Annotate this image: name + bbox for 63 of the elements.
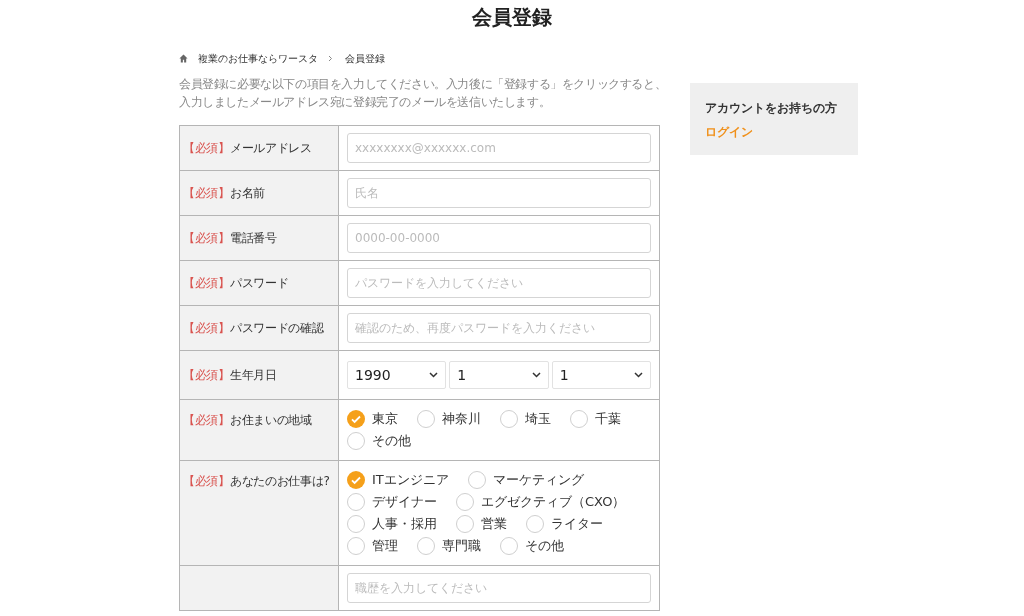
chevron-down-icon (429, 372, 439, 378)
sidebar-heading: アカウントをお持ちの方 (705, 100, 838, 117)
required-tag: 【必須】 (183, 319, 230, 337)
page-title: 会員登録 (471, 4, 553, 31)
chevron-right-icon (328, 54, 333, 62)
required-tag: 【必須】 (183, 411, 230, 429)
radio-icon (456, 493, 474, 511)
radio-icon (347, 493, 365, 511)
radio-option[interactable]: 専門職 (417, 535, 481, 557)
input-field[interactable]: xxxxxxxx@xxxxxx.com (347, 133, 651, 163)
radio-icon (417, 537, 435, 555)
radio-checked-icon (347, 471, 365, 489)
radio-checked-icon (347, 410, 365, 428)
radio-icon (500, 537, 518, 555)
radio-option[interactable]: 東京 (347, 408, 398, 430)
select-dropdown[interactable]: 1 (449, 361, 549, 389)
required-tag: 【必須】 (183, 366, 230, 384)
breadcrumb-current: 会員登録 (345, 51, 385, 66)
input-field[interactable]: 確認のため、再度パスワードを入力ください (347, 313, 651, 343)
radio-option[interactable]: デザイナー (347, 491, 437, 513)
input-field[interactable]: 氏名 (347, 178, 651, 208)
radio-icon (526, 515, 544, 533)
radio-icon (456, 515, 474, 533)
required-tag: 【必須】 (183, 184, 230, 202)
radio-option[interactable]: 管理 (347, 535, 398, 557)
radio-icon (500, 410, 518, 428)
required-tag: 【必須】 (183, 139, 230, 157)
field-label: お住まいの地域 (229, 412, 312, 429)
radio-icon (347, 537, 365, 555)
home-icon (179, 53, 188, 63)
radio-icon (417, 410, 435, 428)
field-label: 生年月日 (229, 367, 277, 384)
required-tag: 【必須】 (183, 229, 230, 247)
chevron-down-icon (634, 372, 643, 378)
radio-option[interactable]: マーケティング (467, 469, 584, 491)
select-dropdown[interactable]: 1990 (347, 361, 447, 389)
select-dropdown[interactable]: 1 (551, 361, 651, 389)
intro-text: 会員登録に必要な以下の項目を入力してください。入力後に「登録する」をクリックすると、入力しましたメールアドレス宛に登録完了のメールを送信いたします。 (179, 76, 668, 111)
field-label: メールアドレス (229, 140, 312, 157)
radio-option[interactable]: 神奈川 (417, 408, 481, 430)
required-tag: 【必須】 (183, 472, 230, 490)
field-label: パスワードの確認 (229, 320, 324, 337)
required-tag: 【必須】 (183, 274, 230, 292)
radio-option[interactable]: ITエンジニア (347, 469, 449, 491)
field-label: パスワード (229, 275, 289, 292)
breadcrumb-link[interactable]: 複業のお仕事ならワースタ (198, 50, 318, 66)
radio-icon (347, 515, 365, 533)
field-label: お名前 (229, 185, 265, 202)
field-label: あなたのお仕事は? (229, 473, 330, 490)
field-label: 電話番号 (229, 230, 277, 247)
radio-option[interactable]: 営業 (456, 513, 507, 535)
radio-option[interactable]: その他 (500, 535, 564, 557)
radio-option[interactable]: ライター (526, 513, 603, 535)
radio-icon (347, 432, 365, 450)
radio-icon (467, 471, 486, 489)
chevron-down-icon (531, 372, 541, 378)
input-field[interactable]: 0000-00-0000 (347, 223, 651, 253)
radio-option[interactable]: エグゼクティブ（CXO） (456, 491, 626, 513)
radio-icon (570, 410, 588, 428)
radio-option[interactable]: 千葉 (570, 408, 621, 430)
radio-option[interactable]: 埼玉 (500, 408, 551, 430)
radio-option[interactable]: 人事・採用 (347, 513, 437, 535)
radio-option[interactable]: その他 (347, 430, 411, 452)
